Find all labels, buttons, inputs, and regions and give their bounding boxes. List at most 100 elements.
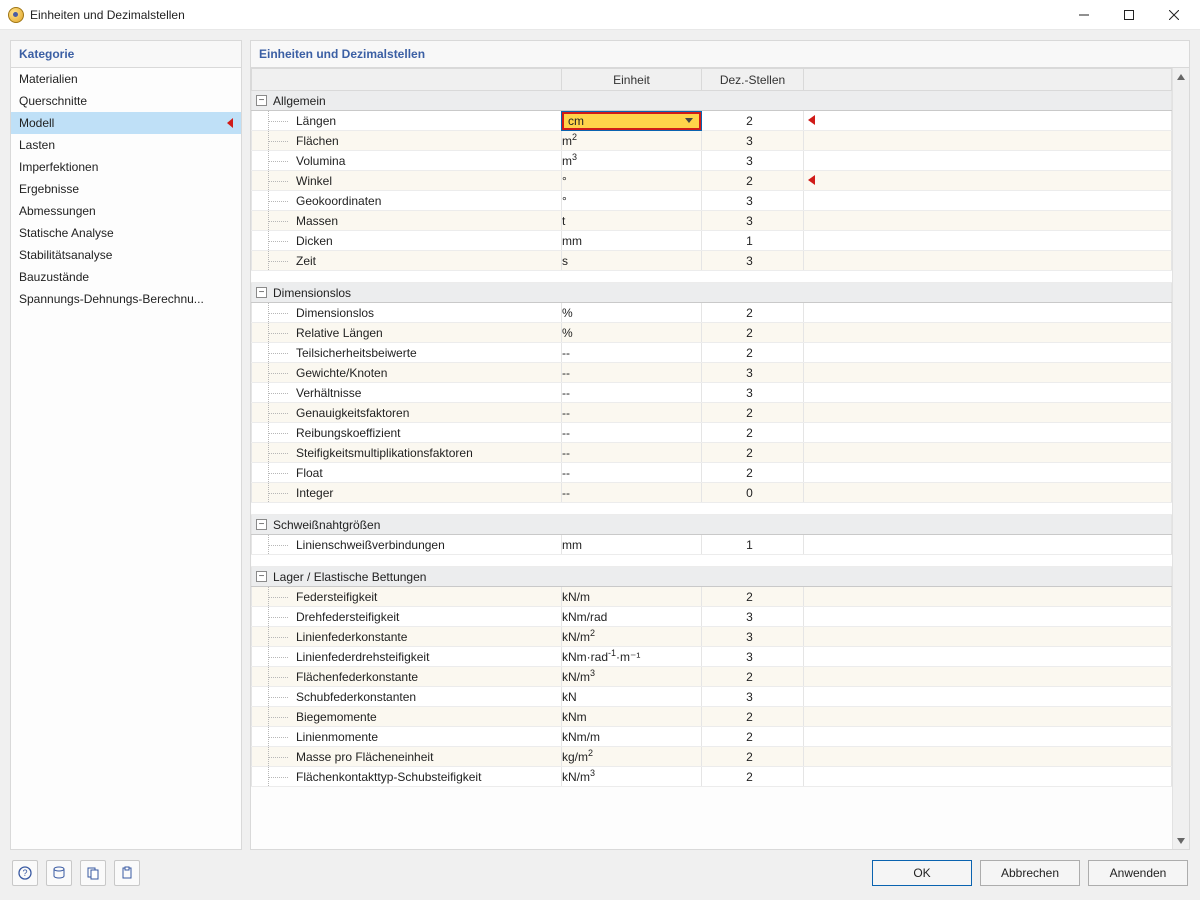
row-dec-cell[interactable]: 2	[702, 587, 804, 607]
row-unit-cell[interactable]: °	[562, 191, 702, 211]
table-row[interactable]: Teilsicherheitsbeiwerte--2	[252, 343, 1172, 363]
table-row[interactable]: BiegemomentekNm2	[252, 707, 1172, 727]
row-dec-cell[interactable]: 2	[702, 343, 804, 363]
row-unit-cell[interactable]: kNm	[562, 707, 702, 727]
row-dec-cell[interactable]: 2	[702, 111, 804, 131]
row-unit-cell[interactable]: kNm·rad-1·m⁻¹	[562, 647, 702, 667]
sidebar-item[interactable]: Imperfektionen	[11, 156, 241, 178]
sidebar-item[interactable]: Bauzustände	[11, 266, 241, 288]
sidebar-item[interactable]: Spannungs-Dehnungs-Berechnu...	[11, 288, 241, 310]
table-row[interactable]: FlächenfederkonstantekN/m32	[252, 667, 1172, 687]
table-row[interactable]: Voluminam33	[252, 151, 1172, 171]
row-dec-cell[interactable]: 2	[702, 747, 804, 767]
cancel-button[interactable]: Abbrechen	[980, 860, 1080, 886]
table-row[interactable]: Float--2	[252, 463, 1172, 483]
row-dec-cell[interactable]: 3	[702, 251, 804, 271]
table-row[interactable]: Dickenmm1	[252, 231, 1172, 251]
apply-button[interactable]: Anwenden	[1088, 860, 1188, 886]
row-unit-cell[interactable]: kN/m2	[562, 627, 702, 647]
table-row[interactable]: Flächenm23	[252, 131, 1172, 151]
table-row[interactable]: Reibungskoeffizient--2	[252, 423, 1172, 443]
table-row[interactable]: Flächenkontakttyp-SchubsteifigkeitkN/m32	[252, 767, 1172, 787]
row-dec-cell[interactable]: 2	[702, 767, 804, 787]
sidebar-item[interactable]: Materialien	[11, 68, 241, 90]
collapse-icon[interactable]: −	[256, 571, 267, 582]
row-unit-cell[interactable]: kN/m3	[562, 767, 702, 787]
table-row[interactable]: Relative Längen%2	[252, 323, 1172, 343]
row-dec-cell[interactable]: 3	[702, 363, 804, 383]
group-row[interactable]: −Lager / Elastische Bettungen	[252, 567, 1172, 587]
row-unit-cell[interactable]: --	[562, 443, 702, 463]
row-unit-cell[interactable]: --	[562, 383, 702, 403]
collapse-icon[interactable]: −	[256, 287, 267, 298]
row-unit-cell[interactable]: m2	[562, 131, 702, 151]
row-unit-cell[interactable]: kN	[562, 687, 702, 707]
row-unit-cell[interactable]: kNm/m	[562, 727, 702, 747]
col-unit[interactable]: Einheit	[562, 69, 702, 91]
ok-button[interactable]: OK	[872, 860, 972, 886]
row-unit-cell[interactable]: --	[562, 363, 702, 383]
paste-button[interactable]	[114, 860, 140, 886]
row-dec-cell[interactable]: 3	[702, 151, 804, 171]
row-unit-cell[interactable]: m3	[562, 151, 702, 171]
row-unit-cell[interactable]: t	[562, 211, 702, 231]
table-row[interactable]: Längencm2	[252, 111, 1172, 131]
help-button[interactable]: ?	[12, 860, 38, 886]
col-dec[interactable]: Dez.-Stellen	[702, 69, 804, 91]
row-dec-cell[interactable]: 3	[702, 131, 804, 151]
close-button[interactable]	[1151, 0, 1196, 30]
sidebar-item[interactable]: Statische Analyse	[11, 222, 241, 244]
table-row[interactable]: LinienfederkonstantekN/m23	[252, 627, 1172, 647]
table-row[interactable]: DrehfedersteifigkeitkNm/rad3	[252, 607, 1172, 627]
group-row[interactable]: −Allgemein	[252, 91, 1172, 111]
unit-combo[interactable]: cm	[562, 112, 701, 130]
row-dec-cell[interactable]: 1	[702, 231, 804, 251]
sidebar-item[interactable]: Lasten	[11, 134, 241, 156]
row-dec-cell[interactable]: 3	[702, 687, 804, 707]
row-unit-cell[interactable]: kg/m2	[562, 747, 702, 767]
row-unit-cell[interactable]: --	[562, 423, 702, 443]
collapse-icon[interactable]: −	[256, 95, 267, 106]
row-dec-cell[interactable]: 2	[702, 171, 804, 191]
copy-button[interactable]	[80, 860, 106, 886]
table-row[interactable]: Massent3	[252, 211, 1172, 231]
row-dec-cell[interactable]: 2	[702, 303, 804, 323]
table-row[interactable]: Masse pro Flächeneinheitkg/m22	[252, 747, 1172, 767]
row-dec-cell[interactable]: 2	[702, 667, 804, 687]
default-button[interactable]	[46, 860, 72, 886]
row-dec-cell[interactable]: 0	[702, 483, 804, 503]
table-row[interactable]: Zeits3	[252, 251, 1172, 271]
sidebar-item[interactable]: Abmessungen	[11, 200, 241, 222]
row-unit-cell[interactable]: kN/m	[562, 587, 702, 607]
row-unit-cell[interactable]: --	[562, 403, 702, 423]
row-unit-cell[interactable]: --	[562, 463, 702, 483]
sidebar-item[interactable]: Modell	[11, 112, 241, 134]
vertical-scrollbar[interactable]	[1172, 68, 1189, 849]
row-dec-cell[interactable]: 2	[702, 403, 804, 423]
table-row[interactable]: LinienmomentekNm/m2	[252, 727, 1172, 747]
minimize-button[interactable]	[1061, 0, 1106, 30]
scroll-up-icon[interactable]	[1173, 68, 1189, 85]
row-dec-cell[interactable]: 1	[702, 535, 804, 555]
table-row[interactable]: Geokoordinaten°3	[252, 191, 1172, 211]
row-dec-cell[interactable]: 3	[702, 191, 804, 211]
row-unit-cell[interactable]: mm	[562, 535, 702, 555]
table-row[interactable]: Steifigkeitsmultiplikationsfaktoren--2	[252, 443, 1172, 463]
table-row[interactable]: Verhältnisse--3	[252, 383, 1172, 403]
sidebar-item[interactable]: Ergebnisse	[11, 178, 241, 200]
row-dec-cell[interactable]: 3	[702, 627, 804, 647]
row-dec-cell[interactable]: 2	[702, 443, 804, 463]
table-row[interactable]: Winkel°2	[252, 171, 1172, 191]
row-unit-cell[interactable]: kN/m3	[562, 667, 702, 687]
table-row[interactable]: Gewichte/Knoten--3	[252, 363, 1172, 383]
row-unit-cell[interactable]: %	[562, 303, 702, 323]
col-extra[interactable]	[804, 69, 1172, 91]
group-row[interactable]: −Schweißnahtgrößen	[252, 515, 1172, 535]
row-dec-cell[interactable]: 2	[702, 323, 804, 343]
group-row[interactable]: −Dimensionslos	[252, 283, 1172, 303]
row-unit-cell[interactable]: --	[562, 483, 702, 503]
row-unit-cell[interactable]: °	[562, 171, 702, 191]
row-unit-cell[interactable]: mm	[562, 231, 702, 251]
collapse-icon[interactable]: −	[256, 519, 267, 530]
row-unit-cell[interactable]: %	[562, 323, 702, 343]
